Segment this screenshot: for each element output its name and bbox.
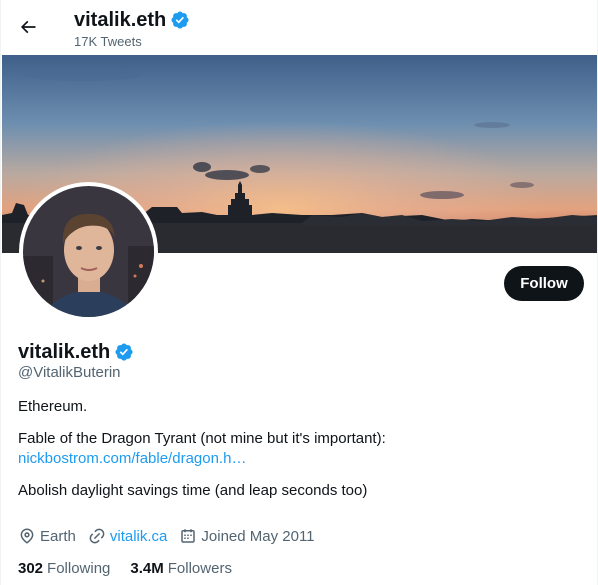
location: Earth <box>18 527 76 545</box>
profile-meta: Earth vitalik.ca Joined May 2011 <box>18 526 327 546</box>
top-header: vitalik.eth 17K Tweets <box>1 0 597 53</box>
followers-link[interactable]: 3.4M Followers <box>130 560 232 577</box>
header-titles: vitalik.eth 17K Tweets <box>74 9 190 49</box>
location-text: Earth <box>40 527 76 545</box>
link-icon <box>89 528 105 544</box>
follow-button[interactable]: Follow <box>504 266 584 301</box>
join-date-text: Joined May 2011 <box>201 527 315 545</box>
profile-display-name: vitalik.eth <box>18 341 111 363</box>
profile-handle: @VitalikButerin <box>18 364 121 381</box>
header-title: vitalik.eth <box>74 9 167 31</box>
verified-badge-icon <box>115 343 133 361</box>
website-link[interactable]: vitalik.ca <box>110 528 168 545</box>
website: vitalik.ca <box>88 527 168 545</box>
followers-count: 3.4M <box>130 559 164 577</box>
following-count: 302 <box>18 559 44 577</box>
back-arrow-icon <box>20 20 36 34</box>
verified-badge-icon <box>171 11 189 29</box>
back-button[interactable] <box>11 10 45 44</box>
followers-label: Followers <box>167 559 232 577</box>
bio-line: Ethereum. <box>18 398 88 415</box>
profile-bio: Ethereum. Fable of the Dragon Tyrant (no… <box>18 397 578 501</box>
follow-stats: 302 Following 3.4M Followers <box>18 558 252 578</box>
bio-line: Fable of the Dragon Tyrant (not mine but… <box>18 430 386 447</box>
bio-line: Abolish daylight savings time (and leap … <box>18 482 368 499</box>
bio-link[interactable]: nickbostrom.com/fable/dragon.h… <box>18 449 578 469</box>
following-link[interactable]: 302 Following <box>18 560 110 577</box>
profile-page: vitalik.eth 17K Tweets Follow vitalik.et… <box>0 0 598 585</box>
following-label: Following <box>47 559 111 577</box>
calendar-icon <box>181 529 196 543</box>
avatar-image <box>23 186 154 317</box>
profile-name-row: vitalik.eth <box>18 340 134 364</box>
profile-avatar[interactable] <box>19 182 158 321</box>
join-date: Joined May 2011 <box>179 527 315 545</box>
location-icon <box>20 528 34 544</box>
tweet-count: 17K Tweets <box>74 34 142 49</box>
